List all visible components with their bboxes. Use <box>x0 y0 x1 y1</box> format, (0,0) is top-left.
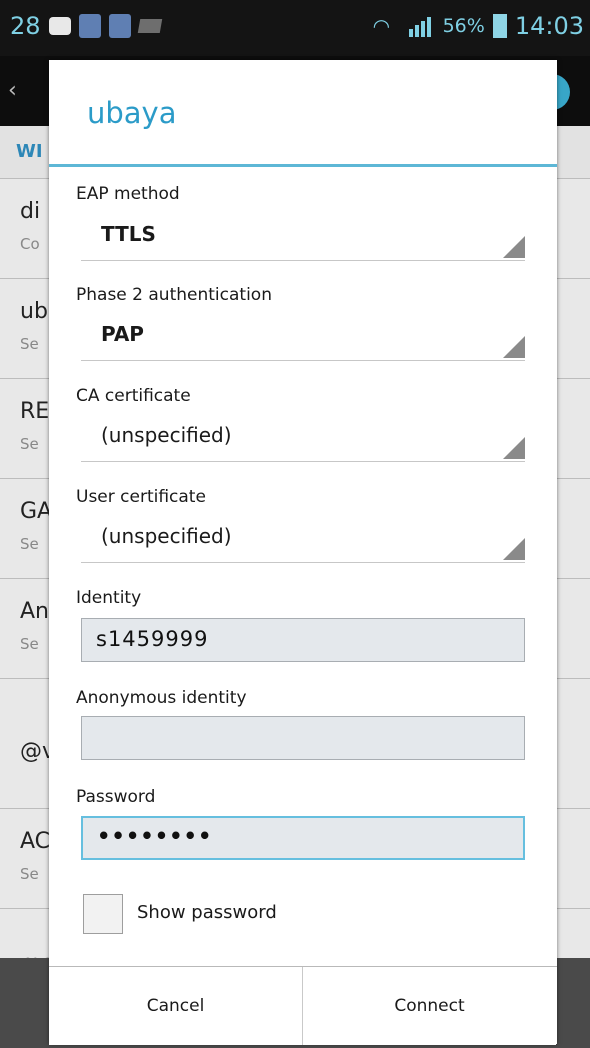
anonymous-identity-label: Anonymous identity <box>76 688 247 708</box>
wifi-config-dialog: ubaya EAP method TTLS Phase 2 authentica… <box>49 60 557 1045</box>
anonymous-identity-field[interactable] <box>81 716 525 760</box>
phase2-label: Phase 2 authentication <box>76 285 272 305</box>
battery-percent: 56% <box>442 15 485 37</box>
connect-button[interactable]: Connect <box>303 967 556 1045</box>
contact-avatar-icon-2 <box>108 14 131 38</box>
back-icon[interactable]: ‹ <box>8 78 17 103</box>
dialog-button-bar: Cancel Connect <box>49 966 557 1045</box>
email-icon <box>137 19 162 33</box>
notification-count: 28 <box>10 12 41 40</box>
show-password-checkbox[interactable] <box>83 894 123 934</box>
status-right: ◠ 56% 14:03 <box>373 12 584 40</box>
phase2-value: PAP <box>101 322 144 346</box>
dropdown-arrow-icon <box>503 538 525 560</box>
identity-value: s1459999 <box>96 627 209 651</box>
ca-cert-spinner[interactable]: (unspecified) <box>81 417 525 462</box>
battery-icon <box>492 14 507 38</box>
identity-field[interactable]: s1459999 <box>81 618 525 662</box>
user-cert-label: User certificate <box>76 487 206 507</box>
dropdown-arrow-icon <box>503 236 525 258</box>
show-password-label[interactable]: Show password <box>137 902 277 923</box>
dropdown-arrow-icon <box>503 437 525 459</box>
eap-method-label: EAP method <box>76 184 180 204</box>
eap-method-value: TTLS <box>101 222 156 246</box>
title-divider <box>49 164 557 167</box>
ca-cert-value: (unspecified) <box>101 423 232 447</box>
wifi-icon: ◠ <box>372 14 391 38</box>
dialog-title: ubaya <box>87 96 177 130</box>
user-cert-value: (unspecified) <box>101 524 232 548</box>
message-icon <box>48 17 71 35</box>
user-cert-spinner[interactable]: (unspecified) <box>81 518 525 563</box>
status-bar: 28 ◠ 56% 14:03 <box>0 0 590 56</box>
status-left: 28 <box>10 12 162 40</box>
password-field[interactable]: •••••••• <box>81 816 525 860</box>
contact-avatar-icon <box>78 14 101 38</box>
password-value: •••••••• <box>97 824 213 848</box>
password-label: Password <box>76 787 156 807</box>
cancel-button[interactable]: Cancel <box>49 967 302 1045</box>
eap-method-spinner[interactable]: TTLS <box>81 216 525 261</box>
phase2-spinner[interactable]: PAP <box>81 316 525 361</box>
dropdown-arrow-icon <box>503 336 525 358</box>
clock: 14:03 <box>514 12 584 40</box>
identity-label: Identity <box>76 588 142 608</box>
ca-cert-label: CA certificate <box>76 386 191 406</box>
signal-icon <box>408 15 435 37</box>
